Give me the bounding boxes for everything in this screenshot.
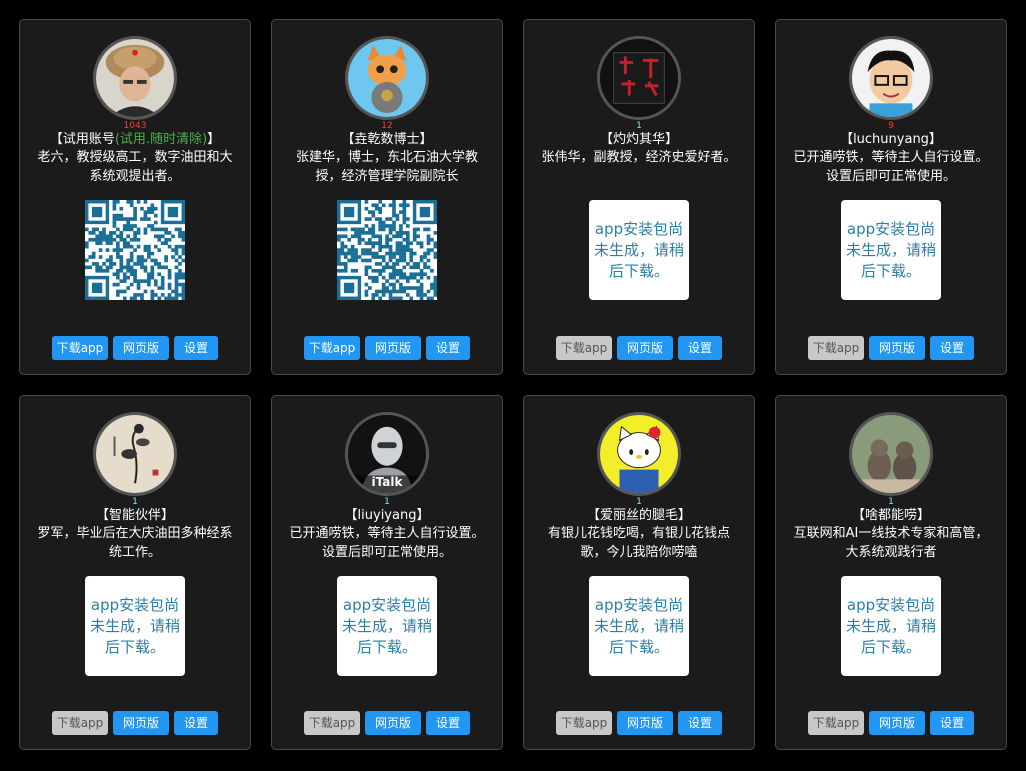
assistant-card: 1 【灼灼其华】张伟华，副教授，经济史爱好者。 app安装包尚未生成，请稍后下载。下… [523, 19, 755, 375]
settings-button[interactable]: 设置 [426, 711, 470, 735]
card-actions: 下载app 网页版 设置 [20, 711, 250, 735]
assistant-name-prefix: 【试用账号 [49, 132, 115, 147]
message-count: 12 [381, 121, 393, 131]
ink-flower-painting-avatar[interactable] [93, 412, 177, 496]
settings-button[interactable]: 设置 [678, 711, 722, 735]
assistant-name: 【luchunyang】 [840, 132, 942, 147]
assistant-description: 张伟华，副教授，经济史爱好者。 [541, 150, 737, 165]
robot-avatar[interactable]: iTalk [345, 412, 429, 496]
assistant-card: 1043 【试用账号(试用.随时清除)】 老六，教授级高工，数字油田和大系统观提出者… [19, 19, 251, 375]
assistant-description: 已开通唠铁，等待主人自行设置。设置后即可正常使用。 [289, 526, 485, 560]
trial-notice: (试用.随时清除) [114, 132, 208, 147]
card-actions: 下载app 网页版 设置 [272, 711, 502, 735]
download-app-button: 下载app [52, 711, 108, 735]
two-cats-window-avatar[interactable] [849, 412, 933, 496]
assistant-name: 【啥都能唠】 [851, 508, 930, 523]
package-not-ready-notice: app安装包尚未生成，请稍后下载。 [841, 576, 941, 676]
message-count: 1 [636, 121, 642, 131]
avatar-caption: iTalk [371, 475, 403, 489]
assistant-name: 【爱丽丝的腿毛】 [586, 508, 691, 523]
package-not-ready-notice: app安装包尚未生成，请稍后下载。 [841, 200, 941, 300]
message-count: 1043 [123, 121, 147, 131]
hello-kitty-avatar[interactable] [597, 412, 681, 496]
assistant-name: 【智能伙伴】 [95, 508, 174, 523]
web-version-button[interactable]: 网页版 [113, 336, 169, 360]
settings-button[interactable]: 设置 [174, 336, 218, 360]
assistant-card: 1 【智能伙伴】罗军，毕业后在大庆油田多种经系统工作。 app安装包尚未生成，请稍后… [19, 395, 251, 750]
card-actions: 下载app 网页版 设置 [272, 336, 502, 360]
web-version-button[interactable]: 网页版 [869, 336, 925, 360]
download-app-button: 下载app [556, 336, 612, 360]
web-version-button[interactable]: 网页版 [365, 336, 421, 360]
download-qr-code [85, 200, 185, 300]
card-actions: 下载app 网页版 设置 [776, 711, 1006, 735]
download-qr-code [337, 200, 437, 300]
assistant-name: 【灼灼其华】 [599, 132, 678, 147]
cartoon-boy-glasses-avatar[interactable] [849, 36, 933, 120]
download-app-button: 下载app [808, 336, 864, 360]
web-version-button[interactable]: 网页版 [617, 336, 673, 360]
package-not-ready-notice: app安装包尚未生成，请稍后下载。 [85, 576, 185, 676]
web-version-button[interactable]: 网页版 [365, 711, 421, 735]
card-actions: 下载app 网页版 设置 [524, 711, 754, 735]
assistant-description: 已开通唠铁，等待主人自行设置。设置后即可正常使用。 [793, 150, 989, 184]
message-count: 1 [132, 497, 138, 507]
card-actions: 下载app 网页版 设置 [20, 336, 250, 360]
assistant-description: 张建华，博士，东北石油大学教授，经济管理学院副院长 [295, 150, 478, 184]
download-app-button[interactable]: 下载app [52, 336, 108, 360]
assistant-description: 老六，教授级高工，数字油田和大系统观提出者。 [37, 150, 233, 184]
assistant-card: iTalk 1 【liuyiyang】已开通唠铁，等待主人自行设置。设置后即可正常使… [271, 395, 503, 750]
download-app-button[interactable]: 下载app [304, 336, 360, 360]
settings-button[interactable]: 设置 [678, 336, 722, 360]
message-count: 1 [888, 497, 894, 507]
assistant-card-grid: 1043 【试用账号(试用.随时清除)】 老六，教授级高工，数字油田和大系统观提出者… [19, 19, 1007, 750]
assistant-card: 12 【垚乾数博士】张建华，博士，东北石油大学教授，经济管理学院副院长下载app 网… [271, 19, 503, 375]
assistant-card: 9 【luchunyang】已开通唠铁，等待主人自行设置。设置后即可正常使用。 ap… [775, 19, 1007, 375]
package-not-ready-notice: app安装包尚未生成，请稍后下载。 [589, 200, 689, 300]
package-not-ready-notice: app安装包尚未生成，请稍后下载。 [337, 576, 437, 676]
message-count: 1 [384, 497, 390, 507]
cartoon-cat-avatar[interactable] [345, 36, 429, 120]
settings-button[interactable]: 设置 [426, 336, 470, 360]
man-fur-hat-avatar[interactable] [93, 36, 177, 120]
assistant-description: 互联网和AI一线技术专家和高管，大系统观践行者 [793, 526, 989, 560]
settings-button[interactable]: 设置 [930, 336, 974, 360]
settings-button[interactable]: 设置 [930, 711, 974, 735]
assistant-name: 【试用账号(试用.随时清除)】 [50, 131, 220, 148]
assistant-name: 【垚乾数博士】 [341, 132, 433, 147]
assistant-name: 【liuyiyang】 [344, 508, 430, 523]
message-count: 9 [888, 121, 894, 131]
assistant-card: 1 【爱丽丝的腿毛】有银儿花钱吃喝，有银儿花钱点歌，今儿我陪你唠嗑 app安装包尚未… [523, 395, 755, 750]
package-not-ready-notice: app安装包尚未生成，请稍后下载。 [589, 576, 689, 676]
assistant-card: 1 【啥都能唠】互联网和AI一线技术专家和高管，大系统观践行者 app安装包尚未生成… [775, 395, 1007, 750]
download-app-button: 下载app [556, 711, 612, 735]
red-calligraphy-avatar[interactable] [597, 36, 681, 120]
download-app-button: 下载app [808, 711, 864, 735]
web-version-button[interactable]: 网页版 [113, 711, 169, 735]
assistant-description: 罗军，毕业后在大庆油田多种经系统工作。 [37, 526, 233, 560]
web-version-button[interactable]: 网页版 [617, 711, 673, 735]
web-version-button[interactable]: 网页版 [869, 711, 925, 735]
assistant-description: 有银儿花钱吃喝，有银儿花钱点歌，今儿我陪你唠嗑 [547, 526, 730, 560]
card-actions: 下载app 网页版 设置 [776, 336, 1006, 360]
download-app-button: 下载app [304, 711, 360, 735]
settings-button[interactable]: 设置 [174, 711, 218, 735]
assistant-name-suffix: 】 [207, 132, 221, 147]
card-actions: 下载app 网页版 设置 [524, 336, 754, 360]
message-count: 1 [636, 497, 642, 507]
